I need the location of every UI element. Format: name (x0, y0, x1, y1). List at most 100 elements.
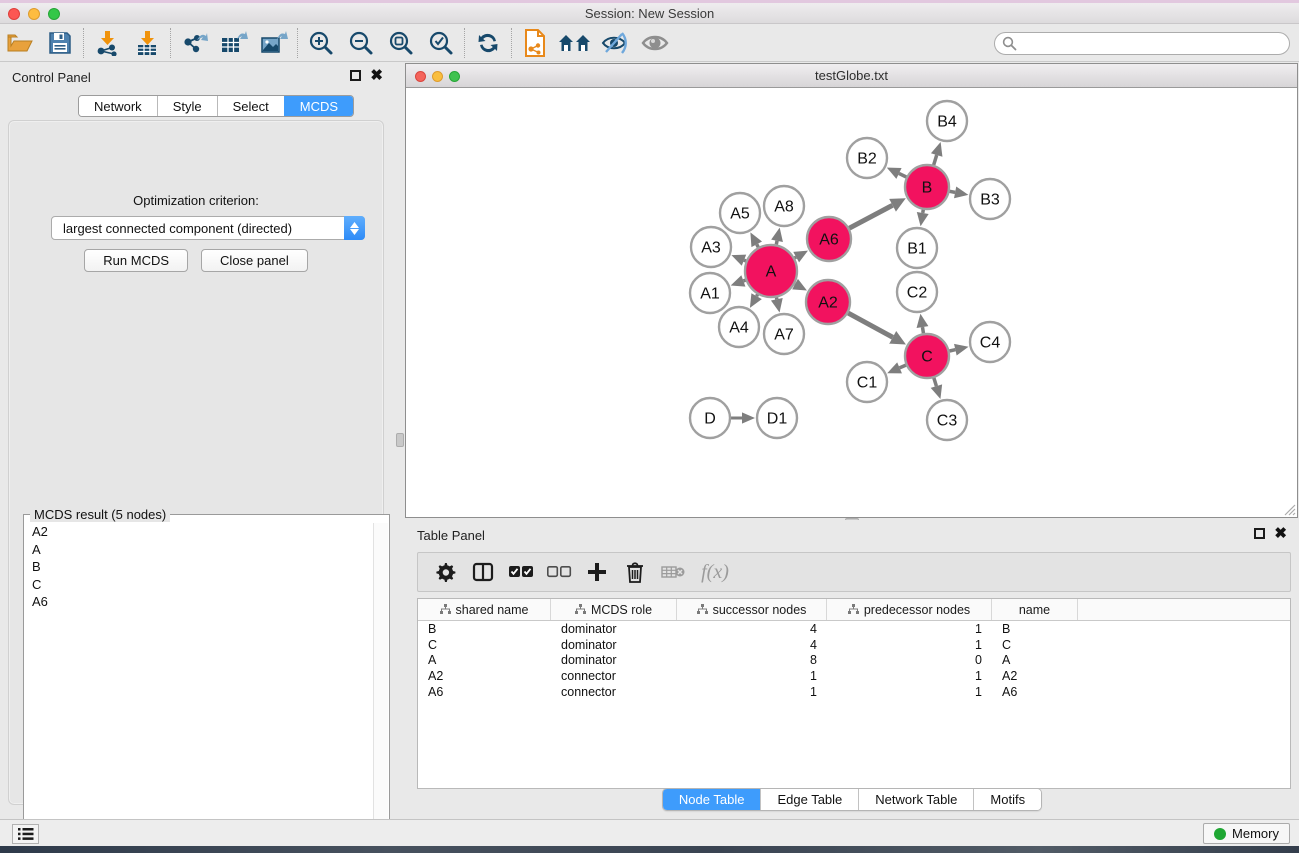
table-row[interactable]: Adominator80A (418, 653, 1290, 669)
edge-B-B1[interactable] (923, 210, 924, 213)
memory-button[interactable]: Memory (1203, 823, 1290, 844)
tab-network[interactable]: Network (79, 96, 157, 116)
vertical-split-handle[interactable] (396, 433, 404, 447)
zoom-out-icon[interactable] (341, 26, 381, 60)
save-session-icon[interactable] (40, 26, 80, 60)
attribute-tree-icon (848, 604, 859, 615)
show-details-icon[interactable] (635, 26, 675, 60)
table-row[interactable]: Cdominator41C (418, 637, 1290, 653)
table-cell: dominator (551, 622, 677, 636)
columns-icon[interactable] (464, 556, 502, 588)
mcds-result-item[interactable]: C (25, 576, 374, 594)
close-window-button[interactable] (8, 8, 20, 20)
float-panel-icon[interactable] (350, 70, 361, 81)
optimization-criterion-dropdown[interactable]: largest connected component (directed) (51, 216, 365, 240)
mcds-result-item[interactable]: B (25, 558, 374, 576)
edge-A-A8[interactable] (776, 241, 777, 245)
dropdown-stepper-icon[interactable] (344, 216, 365, 240)
search-input[interactable] (994, 32, 1290, 55)
column-header-shared-name[interactable]: shared name (418, 599, 551, 620)
edge-A-A6[interactable] (795, 257, 797, 258)
home-pair-icon[interactable] (555, 26, 595, 60)
resize-grip-icon[interactable] (1282, 502, 1296, 516)
graph-node-label: B1 (907, 241, 927, 258)
network-file-icon[interactable] (515, 26, 555, 60)
table-row[interactable]: A6connector11A6 (418, 684, 1290, 700)
column-header-predecessor-nodes[interactable]: predecessor nodes (827, 599, 992, 620)
tab-style[interactable]: Style (157, 96, 217, 116)
close-panel-button[interactable]: Close panel (201, 249, 308, 272)
hide-details-icon[interactable] (595, 26, 635, 60)
table-cell: A2 (418, 669, 551, 683)
task-history-button[interactable] (12, 824, 39, 844)
edge-A-A4[interactable] (757, 294, 758, 296)
edge-C-C1[interactable] (900, 365, 906, 368)
edge-A-A5[interactable] (757, 244, 759, 247)
network-close-button[interactable] (415, 71, 426, 82)
select-all-icon[interactable] (502, 556, 540, 588)
tab-mcds[interactable]: MCDS (284, 96, 353, 116)
column-header-successor-nodes[interactable]: successor nodes (677, 599, 827, 620)
mcds-result-item[interactable]: A6 (25, 593, 374, 611)
zoom-in-icon[interactable] (301, 26, 341, 60)
graph-node-label: C4 (980, 335, 1001, 352)
delete-icon[interactable] (616, 556, 654, 588)
mcds-result-item[interactable]: A (25, 541, 374, 559)
network-minimize-button[interactable] (432, 71, 443, 82)
mcds-result-item[interactable]: A2 (25, 523, 374, 541)
table-tabs: Node TableEdge TableNetwork TableMotifs (662, 788, 1042, 811)
import-network-icon[interactable] (87, 26, 127, 60)
arrowhead-icon (917, 212, 929, 226)
export-table-icon[interactable] (214, 26, 254, 60)
edge-A6-B[interactable] (849, 205, 892, 228)
edge-A-A3[interactable] (744, 260, 746, 261)
close-panel-icon[interactable]: ✖ (370, 70, 383, 81)
edge-A-A1[interactable] (743, 280, 745, 281)
tab-select[interactable]: Select (217, 96, 284, 116)
minimize-window-button[interactable] (28, 8, 40, 20)
delete-table-icon[interactable] (654, 556, 692, 588)
edge-B-B4[interactable] (934, 155, 937, 165)
maximize-window-button[interactable] (48, 8, 60, 20)
table-body: Bdominator41BCdominator41CAdominator80AA… (418, 621, 1290, 700)
network-maximize-button[interactable] (449, 71, 460, 82)
edge-C-C3[interactable] (934, 378, 937, 386)
tab-motifs[interactable]: Motifs (973, 789, 1041, 810)
run-mcds-button[interactable]: Run MCDS (84, 249, 188, 272)
table-cell: 4 (677, 638, 827, 652)
tab-network-table[interactable]: Network Table (858, 789, 973, 810)
add-column-icon[interactable] (578, 556, 616, 588)
import-table-icon[interactable] (127, 26, 167, 60)
mcds-result-list: A2ABCA6 (25, 523, 374, 851)
tab-edge-table[interactable]: Edge Table (760, 789, 858, 810)
float-table-panel-icon[interactable] (1254, 528, 1265, 539)
export-network-icon[interactable] (174, 26, 214, 60)
column-header-name[interactable]: name (992, 599, 1078, 620)
table-cell: 1 (677, 685, 827, 699)
edge-C-C4[interactable] (949, 350, 955, 351)
table-cell: 8 (677, 653, 827, 667)
edge-B-B3[interactable] (950, 191, 956, 192)
function-builder-icon[interactable]: f(x) (692, 556, 738, 588)
deselect-all-icon[interactable] (540, 556, 578, 588)
gear-icon[interactable] (426, 556, 464, 588)
zoom-fit-icon[interactable] (381, 26, 421, 60)
edge-B-B2[interactable] (899, 173, 906, 177)
refresh-icon[interactable] (468, 26, 508, 60)
tab-node-table[interactable]: Node Table (663, 789, 761, 810)
table-cell: dominator (551, 653, 677, 667)
zoom-selected-icon[interactable] (421, 26, 461, 60)
close-table-panel-icon[interactable]: ✖ (1274, 528, 1287, 539)
table-cell: B (418, 622, 551, 636)
export-image-icon[interactable] (254, 26, 294, 60)
network-canvas[interactable]: AA6A2BCA1A3A4A5A7A8B1B2B3B4C1C2C3C4DD1 (406, 89, 1297, 517)
mcds-result-scrollbar[interactable] (373, 523, 388, 851)
edge-C-C2[interactable] (922, 327, 923, 333)
open-file-icon[interactable] (0, 26, 40, 60)
edge-A2-C[interactable] (848, 313, 893, 337)
column-header-MCDS-role[interactable]: MCDS role (551, 599, 677, 620)
table-row[interactable]: A2connector11A2 (418, 668, 1290, 684)
table-row[interactable]: Bdominator41B (418, 621, 1290, 637)
network-window-title: testGlobe.txt (406, 68, 1297, 83)
desktop-background-strip (0, 846, 1299, 853)
